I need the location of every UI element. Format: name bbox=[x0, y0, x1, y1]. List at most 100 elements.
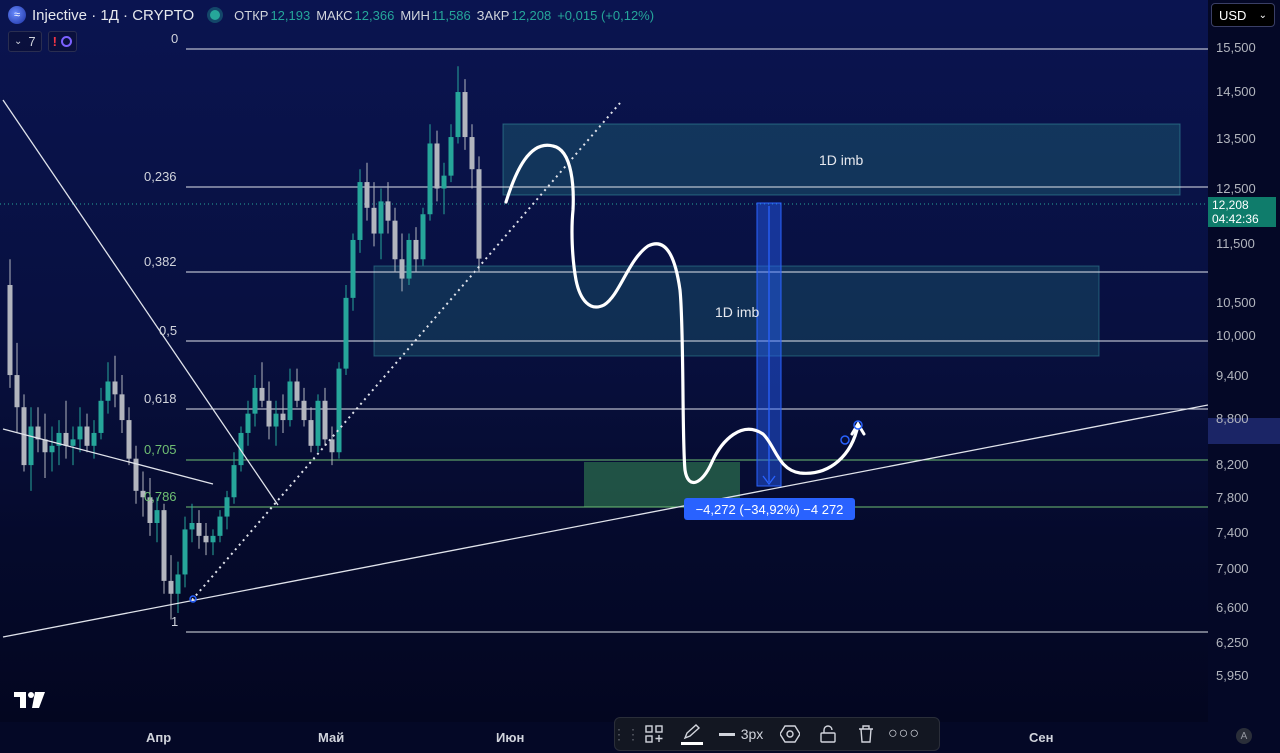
zone-label-upper: 1D imb bbox=[819, 152, 864, 168]
candle-body bbox=[189, 523, 195, 530]
market-status-icon bbox=[210, 10, 221, 20]
indicators-toggle[interactable]: ⌄ 7 bbox=[8, 31, 42, 52]
templates-icon[interactable] bbox=[637, 720, 671, 748]
fib-label-0382: 0,382 bbox=[144, 254, 177, 269]
indicators-count: 7 bbox=[28, 34, 36, 49]
currency-value: USD bbox=[1219, 7, 1247, 23]
price-tick: 12,500 bbox=[1216, 181, 1256, 196]
candle-body bbox=[343, 297, 349, 369]
line-width-icon bbox=[718, 732, 735, 736]
circle-icon bbox=[60, 36, 72, 47]
candle-body bbox=[126, 420, 132, 459]
candle-body bbox=[385, 201, 391, 221]
tradingview-logo-icon bbox=[14, 692, 46, 713]
price-tick: 8,200 bbox=[1216, 457, 1249, 472]
measure-label: −4,272 (−34,92%) −4 272 bbox=[684, 498, 855, 520]
candle-body bbox=[203, 535, 209, 543]
candle-body bbox=[91, 432, 97, 446]
fib-label-1: 1 bbox=[171, 614, 179, 629]
more-icon[interactable]: ○○○ bbox=[887, 720, 921, 748]
bar-countdown: 04:42:36 bbox=[1212, 212, 1259, 226]
time-tick: Май bbox=[318, 730, 345, 745]
candle-body bbox=[7, 285, 13, 376]
candle-body bbox=[105, 381, 111, 401]
line-width-button[interactable]: 3px bbox=[713, 720, 769, 748]
price-tick: 10,000 bbox=[1216, 328, 1256, 343]
candle-body bbox=[280, 413, 286, 421]
candle-body bbox=[287, 381, 293, 421]
drawing-toolbar: ⋮⋮ 3px ○○○ bbox=[612, 717, 940, 751]
fib-label-0: 0 bbox=[171, 31, 179, 46]
drag-handle-icon[interactable]: ⋮⋮ bbox=[612, 720, 640, 748]
candle-body bbox=[154, 510, 160, 523]
candle-body bbox=[161, 510, 167, 581]
price-tick: 6,250 bbox=[1216, 635, 1249, 650]
trendline-support[interactable] bbox=[2, 404, 1208, 638]
time-tick: Сен bbox=[1029, 730, 1054, 745]
candle-body bbox=[392, 220, 398, 260]
candle-body bbox=[112, 381, 118, 395]
candle-body bbox=[77, 426, 83, 440]
price-tick: 13,500 bbox=[1216, 131, 1256, 146]
price-tick: 14,500 bbox=[1216, 84, 1256, 99]
indicator-alert-button[interactable]: ! bbox=[47, 31, 77, 52]
color-swatch bbox=[681, 741, 703, 745]
candle-body bbox=[476, 169, 482, 259]
trash-icon[interactable] bbox=[849, 720, 883, 748]
candle-body bbox=[266, 400, 272, 427]
chevron-down-icon: ⌄ bbox=[1258, 9, 1267, 21]
candle-body bbox=[357, 182, 363, 240]
candle-body bbox=[70, 439, 76, 446]
price-tick: 9,400 bbox=[1216, 368, 1249, 383]
price-tick: 7,000 bbox=[1216, 561, 1249, 576]
trendline-flat[interactable] bbox=[2, 428, 214, 485]
candle-body bbox=[49, 445, 55, 453]
candle-body bbox=[434, 143, 440, 189]
candle-body bbox=[168, 580, 174, 594]
warning-icon: ! bbox=[52, 34, 57, 49]
candle-body bbox=[217, 516, 223, 536]
fib-label-0786: 0,786 bbox=[144, 489, 177, 504]
candle-body bbox=[294, 381, 300, 401]
chart-area[interactable]: 0 0,236 0,382 0,5 0,618 0,705 0,786 1 1D… bbox=[0, 0, 1208, 722]
symbol-header: ≈ Injective · 1Д · CRYPTO ОТКР 12,193 МАК… bbox=[8, 5, 654, 25]
candle-body bbox=[420, 214, 426, 260]
settings-icon[interactable] bbox=[773, 720, 807, 748]
ohlc-open: ОТКР 12,193 bbox=[234, 7, 311, 23]
candle-body bbox=[28, 426, 34, 466]
candle-body bbox=[336, 368, 342, 453]
candle-body bbox=[196, 523, 202, 536]
candle-body bbox=[252, 387, 258, 414]
candle-body bbox=[301, 400, 307, 421]
time-tick: Апр bbox=[146, 730, 172, 745]
price-tick: 6,600 bbox=[1216, 600, 1249, 615]
brush-color-icon[interactable] bbox=[675, 720, 709, 748]
candle-body bbox=[427, 143, 433, 215]
candle-body bbox=[245, 413, 251, 433]
injective-logo-icon: ≈ bbox=[8, 6, 26, 24]
candle-body bbox=[406, 239, 412, 279]
candle-body bbox=[84, 426, 90, 446]
currency-select[interactable]: USD ⌄ bbox=[1211, 3, 1275, 27]
candle-body bbox=[273, 413, 279, 427]
price-tick: 7,400 bbox=[1216, 525, 1249, 540]
price-tick: 11,500 bbox=[1216, 236, 1255, 251]
chart-canvas[interactable] bbox=[0, 0, 1208, 722]
candle-body bbox=[119, 394, 125, 421]
candle-body bbox=[378, 201, 384, 234]
line-width-value: 3px bbox=[740, 726, 764, 742]
last-price-tag: 12,208 04:42:36 bbox=[1208, 197, 1276, 227]
last-price-value: 12,208 bbox=[1212, 198, 1249, 212]
lock-icon[interactable] bbox=[811, 720, 845, 748]
candle-body bbox=[350, 239, 356, 298]
symbol-title[interactable]: Injective · 1Д · CRYPTO bbox=[32, 7, 194, 24]
price-tick: 7,800 bbox=[1216, 490, 1249, 505]
candle-body bbox=[413, 239, 419, 260]
price-tick: 5,950 bbox=[1216, 668, 1249, 683]
autoscale-icon[interactable]: A bbox=[1236, 728, 1252, 744]
price-tick: 15,500 bbox=[1216, 40, 1256, 55]
candle-body bbox=[224, 497, 230, 517]
candle-body bbox=[448, 137, 454, 176]
indicator-row: ⌄ 7 ! bbox=[8, 31, 77, 52]
candle-body bbox=[63, 432, 69, 446]
